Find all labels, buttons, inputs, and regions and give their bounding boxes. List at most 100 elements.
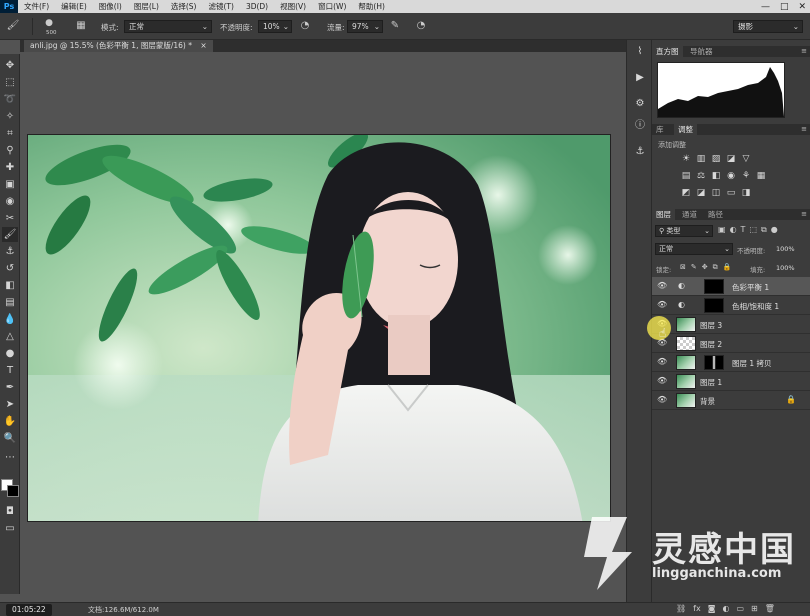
layer-mask-thumbnail[interactable]: [704, 298, 724, 313]
eraser-tool-icon[interactable]: ◧: [2, 278, 18, 293]
histogram-panel-menu-icon[interactable]: ≡: [801, 47, 807, 55]
lock-artboard-icon[interactable]: ⧉: [713, 263, 718, 272]
layer-style-icon[interactable]: fx: [693, 604, 701, 613]
color-balance-icon[interactable]: ⚖: [695, 171, 707, 182]
tab-channels[interactable]: 通道: [678, 209, 701, 220]
tab-library[interactable]: 库: [652, 124, 668, 135]
vibrance-icon[interactable]: ▽: [740, 154, 752, 165]
menu-view[interactable]: 视图(V): [274, 1, 312, 12]
channel-mixer-icon[interactable]: ⚘: [740, 171, 752, 182]
menu-window[interactable]: 窗口(W): [312, 1, 352, 12]
clone-source-icon[interactable]: ⚓: [632, 144, 648, 160]
filter-adjust-icon[interactable]: ◐: [730, 225, 737, 235]
layer-name[interactable]: 图层 3: [700, 320, 722, 331]
tab-layers[interactable]: 图层: [652, 209, 675, 220]
link-layers-icon[interactable]: ⛓: [676, 604, 686, 613]
layer-row[interactable]: 👁 图层 1: [652, 372, 810, 391]
black-white-icon[interactable]: ◧: [710, 171, 722, 182]
document-info[interactable]: 文档:126.6M/612.0M: [88, 605, 159, 615]
info-panel-icon[interactable]: ⓘ: [632, 118, 648, 134]
curves-icon[interactable]: ▨: [710, 154, 722, 165]
brush-presets-icon[interactable]: ⚙: [632, 96, 648, 112]
layer-thumbnail[interactable]: [676, 336, 696, 351]
hand-tool-icon[interactable]: ✋: [2, 414, 18, 429]
canvas-area[interactable]: [20, 52, 626, 602]
background-lock-icon[interactable]: 🔒: [786, 395, 796, 404]
sharpen-tool-icon[interactable]: △: [2, 329, 18, 344]
new-group-icon[interactable]: ▭: [736, 604, 744, 613]
actions-play-icon[interactable]: ▶: [632, 70, 648, 86]
layer-mask-thumbnail[interactable]: [704, 279, 724, 294]
document-tab[interactable]: anli.jpg @ 15.5% (色彩平衡 1, 图层蒙版/16) * ×: [24, 40, 213, 52]
layer-name[interactable]: 色彩平衡 1: [732, 282, 769, 293]
adjust-panel-menu-icon[interactable]: ≡: [801, 125, 807, 133]
threshold-icon[interactable]: ◫: [710, 188, 722, 199]
new-adjustment-icon[interactable]: ◐: [722, 604, 729, 613]
clone-x-icon[interactable]: ✂: [2, 211, 18, 226]
pen-tool-icon[interactable]: ✒: [2, 380, 18, 395]
layer-filter-select[interactable]: ⚲ 类型 ⌄: [655, 225, 713, 237]
history-brush-tool-icon[interactable]: ↺: [2, 261, 18, 276]
new-layer-icon[interactable]: ⊞: [751, 604, 758, 613]
pressure-size-icon[interactable]: ◔: [414, 19, 428, 33]
filter-pixel-icon[interactable]: ▣: [718, 225, 726, 235]
layers-panel-menu-icon[interactable]: ≡: [801, 210, 807, 218]
filter-toggle-icon[interactable]: ●: [771, 225, 778, 235]
background-color-swatch[interactable]: [7, 485, 19, 497]
brush-panel-toggle-icon[interactable]: ▦: [74, 19, 88, 33]
color-lookup-icon[interactable]: ▦: [755, 171, 767, 182]
lock-position-icon[interactable]: ✥: [702, 263, 708, 272]
menu-image[interactable]: 图像(I): [93, 1, 128, 12]
crop-tool-icon[interactable]: ⌗: [2, 126, 18, 141]
delete-layer-icon[interactable]: 🗑: [765, 604, 775, 613]
layer-thumbnail[interactable]: [676, 317, 696, 332]
invert-icon[interactable]: ◩: [680, 188, 692, 199]
exposure-icon[interactable]: ◪: [725, 154, 737, 165]
clone-stamp-tool-icon[interactable]: ⚓: [2, 244, 18, 259]
layer-row[interactable]: 👁 ◐ 色彩平衡 1: [652, 277, 810, 296]
menu-filter[interactable]: 滤镜(T): [203, 1, 240, 12]
tab-histogram[interactable]: 直方图: [652, 46, 683, 57]
layer-mask-thumbnail[interactable]: [704, 355, 724, 370]
tab-adjustments[interactable]: 调整: [674, 124, 697, 135]
maximize-button[interactable]: □: [780, 2, 789, 12]
layer-opacity-value[interactable]: 100%: [776, 245, 795, 253]
layer-thumbnail[interactable]: [676, 374, 696, 389]
filter-type-icon[interactable]: T: [741, 225, 746, 235]
add-mask-icon[interactable]: ◙: [708, 604, 716, 613]
layer-name[interactable]: 图层 1: [700, 377, 722, 388]
dodge-tool-icon[interactable]: ●: [2, 346, 18, 361]
gradient-tool-icon[interactable]: ▤: [2, 295, 18, 310]
blend-mode-select[interactable]: 正常 ⌄: [655, 243, 733, 255]
screen-mode-icon[interactable]: ▭: [2, 521, 18, 536]
layer-name[interactable]: 图层 1 拷贝: [732, 358, 772, 369]
brush-tip-icon[interactable]: ●: [42, 16, 56, 30]
menu-layer[interactable]: 图层(L): [128, 1, 165, 12]
menu-edit[interactable]: 编辑(E): [55, 1, 93, 12]
gradient-map-icon[interactable]: ▭: [725, 188, 737, 199]
layer-row[interactable]: 👁 ◐ 色相/饱和度 1: [652, 296, 810, 315]
photo-filter-icon[interactable]: ◉: [725, 171, 737, 182]
pressure-opacity-icon[interactable]: ◔: [298, 19, 312, 33]
menu-help[interactable]: 帮助(H): [352, 1, 391, 12]
workspace-select[interactable]: 摄影 ⌄: [733, 20, 803, 33]
filter-shape-icon[interactable]: ⬚: [749, 225, 757, 235]
quick-mask-icon[interactable]: ◘: [2, 504, 18, 519]
layer-row[interactable]: 👁 图层 2: [652, 334, 810, 353]
filter-smart-icon[interactable]: ⧉: [761, 225, 767, 235]
layer-name[interactable]: 背景: [700, 396, 715, 407]
document-photo[interactable]: [27, 134, 611, 522]
red-eye-tool-icon[interactable]: ◉: [2, 194, 18, 209]
brightness-icon[interactable]: ☀: [680, 154, 692, 165]
layer-thumbnail[interactable]: [676, 393, 696, 408]
lock-image-icon[interactable]: ✎: [691, 263, 697, 272]
zoom-tool-icon[interactable]: 🔍: [2, 431, 18, 446]
history-panel-icon[interactable]: ⌇: [632, 44, 648, 60]
airbrush-icon[interactable]: ✎: [388, 19, 402, 33]
visibility-eye-icon[interactable]: 👁: [657, 357, 667, 367]
fill-value[interactable]: 100%: [776, 264, 795, 272]
posterize-icon[interactable]: ◪: [695, 188, 707, 199]
menu-file[interactable]: 文件(F): [18, 1, 55, 12]
healing-brush-tool-icon[interactable]: ✚: [2, 160, 18, 175]
visibility-eye-icon[interactable]: 👁: [657, 300, 667, 310]
